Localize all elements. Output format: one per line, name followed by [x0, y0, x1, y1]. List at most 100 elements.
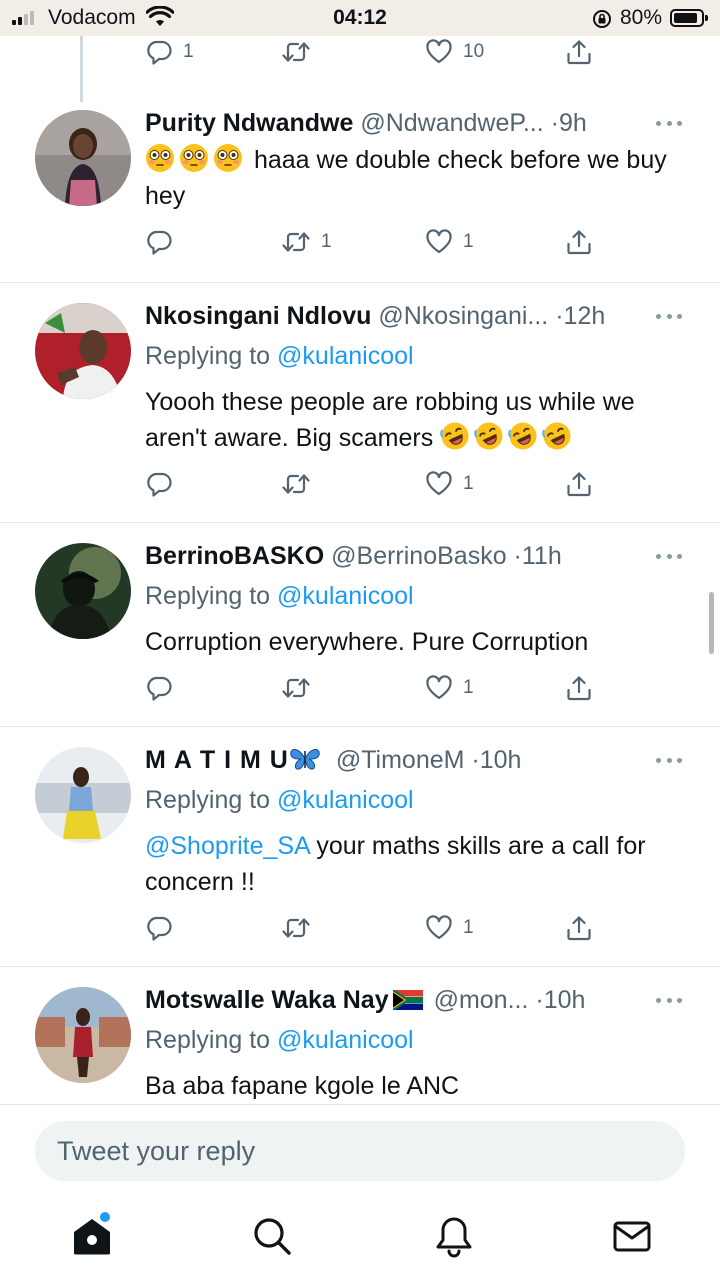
avatar[interactable] [35, 110, 131, 206]
share-icon [567, 916, 591, 941]
share-button[interactable] [565, 227, 593, 257]
tweet[interactable]: Nkosingani Ndlovu @Nkosingani... ·12h Re… [0, 282, 720, 522]
rofl-emoji [440, 422, 469, 450]
reply-button[interactable] [145, 469, 183, 499]
nav-search[interactable] [250, 1214, 294, 1258]
retweet-icon [282, 42, 310, 62]
author-handle[interactable]: @mon... [434, 986, 529, 1014]
rofl-emoji [542, 422, 571, 450]
author-handle[interactable]: @BerrinoBasko [331, 542, 506, 570]
more-options-button[interactable] [656, 299, 682, 333]
tweet[interactable]: M A T I M U @TimoneM ·10h Replying to @k… [0, 726, 720, 966]
replying-to-mention[interactable]: @kulanicool [277, 342, 414, 370]
nav-notifications[interactable] [432, 1214, 476, 1258]
more-options-button[interactable] [656, 539, 682, 573]
flushed-face-emoji [180, 144, 208, 172]
like-button[interactable]: 10 [425, 37, 484, 67]
new-content-dot [100, 1212, 110, 1222]
battery-percent: 80% [620, 6, 663, 29]
tweet-actions: 1 10 [145, 37, 595, 67]
like-button[interactable]: 1 [425, 913, 474, 943]
like-count: 1 [463, 677, 474, 698]
tweet-text-content: Ba aba fapane kgole le ANC [145, 1072, 460, 1100]
tweet[interactable]: Purity Ndwandwe @NdwandweP... ·9h haaa w… [0, 94, 720, 282]
like-button[interactable]: 1 [425, 673, 474, 703]
rofl-emoji [508, 422, 537, 450]
tweet-header: M A T I M U @TimoneM ·10h [145, 743, 650, 777]
more-options-button[interactable] [656, 106, 682, 140]
avatar[interactable] [35, 987, 131, 1083]
tweet-header: Nkosingani Ndlovu @Nkosingani... ·12h [145, 299, 650, 333]
reply-button[interactable] [145, 913, 183, 943]
tweet-actions: 1 [145, 913, 595, 943]
tweet-actions: 1 1 [145, 227, 595, 257]
reply-icon [147, 472, 172, 497]
tweet-text: Ba aba fapane kgole le ANC [145, 1068, 685, 1104]
retweet-icon [282, 474, 310, 494]
tweet-header: Purity Ndwandwe @NdwandweP... ·9h [145, 106, 650, 140]
more-options-button[interactable] [656, 743, 682, 777]
replying-to-mention[interactable]: @kulanicool [277, 582, 414, 610]
author-name[interactable]: Nkosingani Ndlovu [145, 302, 371, 330]
avatar[interactable] [35, 303, 131, 399]
reply-composer [0, 1104, 720, 1200]
tweet[interactable]: Motswalle Waka Nay @mon... ·10h Replying… [0, 966, 720, 1104]
author-handle[interactable]: @TimoneM [336, 746, 465, 774]
separator-dot: · [513, 542, 522, 570]
tweet-actions: 1 [145, 469, 595, 499]
retweet-icon [282, 678, 310, 698]
text-mention[interactable]: @Shoprite_SA [145, 832, 309, 860]
author-name[interactable]: M A T I M U [145, 746, 289, 774]
retweet-button[interactable] [281, 673, 321, 703]
replying-to: Replying to @kulanicool [145, 1023, 414, 1057]
retweet-button[interactable]: 1 [281, 227, 332, 257]
like-button[interactable]: 1 [425, 227, 474, 257]
battery-icon [670, 9, 708, 27]
more-options-button[interactable] [656, 983, 682, 1017]
bell-icon [436, 1217, 472, 1258]
like-count: 1 [463, 917, 474, 938]
reply-input[interactable] [35, 1121, 685, 1181]
author-name[interactable]: Purity Ndwandwe [145, 109, 353, 137]
tweet-text: @Shoprite_SA your maths skills are a cal… [145, 828, 685, 900]
tweet-time: 9h [558, 109, 587, 137]
reply-button[interactable] [145, 227, 183, 257]
thread-connector-line [80, 36, 83, 102]
author-handle[interactable]: @NdwandweP... [360, 109, 543, 137]
replying-to-mention[interactable]: @kulanicool [277, 1026, 414, 1054]
share-button[interactable] [565, 913, 593, 943]
like-button[interactable]: 1 [425, 469, 474, 499]
share-icon [567, 230, 591, 255]
replying-to-label: Replying to [145, 342, 271, 370]
heart-icon [426, 229, 452, 254]
share-icon [567, 676, 591, 701]
share-button[interactable] [565, 37, 593, 67]
tweet[interactable]: BerrinoBASKO @BerrinoBasko ·11h Replying… [0, 522, 720, 726]
mail-icon [613, 1221, 651, 1252]
nav-messages[interactable] [610, 1214, 654, 1258]
retweet-button[interactable] [281, 37, 321, 67]
author-handle[interactable]: @Nkosingani... [378, 302, 548, 330]
retweet-button[interactable] [281, 469, 321, 499]
avatar[interactable] [35, 543, 131, 639]
reply-button[interactable] [145, 673, 183, 703]
retweet-button[interactable] [281, 913, 321, 943]
scrollbar[interactable] [709, 592, 714, 654]
replying-to-label: Replying to [145, 582, 271, 610]
tweet-time: 11h [521, 542, 562, 570]
avatar[interactable] [35, 747, 131, 843]
tweet-header: Motswalle Waka Nay @mon... ·10h [145, 983, 650, 1017]
heart-icon [426, 675, 452, 700]
search-icon [254, 1218, 291, 1255]
share-button[interactable] [565, 673, 593, 703]
replying-to: Replying to @kulanicool [145, 579, 414, 613]
replying-to-mention[interactable]: @kulanicool [277, 786, 414, 814]
reply-icon [147, 676, 172, 701]
author-name[interactable]: Motswalle Waka Nay [145, 986, 389, 1014]
reply-button[interactable]: 1 [145, 37, 194, 67]
author-name[interactable]: BerrinoBASKO [145, 542, 324, 570]
south-africa-flag-emoji [392, 990, 423, 1010]
share-button[interactable] [565, 469, 593, 499]
tweet-text: haaa we double check before we buy hey [145, 142, 685, 214]
clock-time: 04:12 [333, 6, 387, 29]
